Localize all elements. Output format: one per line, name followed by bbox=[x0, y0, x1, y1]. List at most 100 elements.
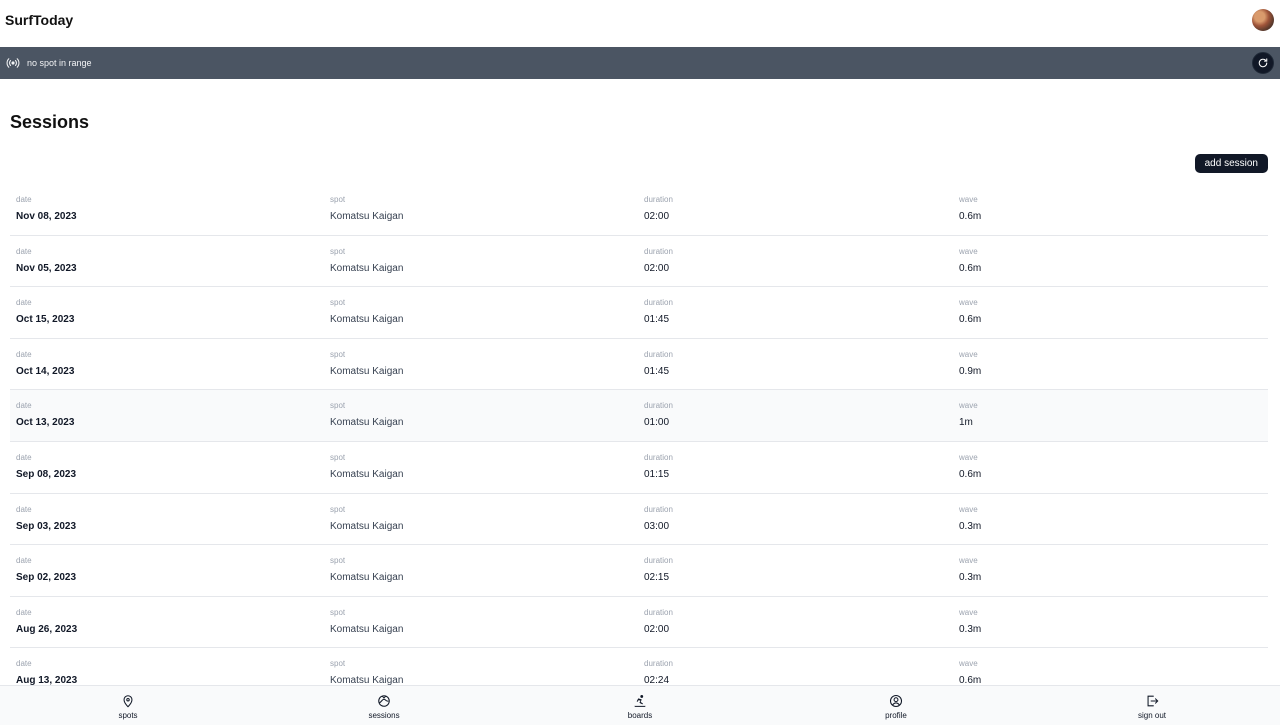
nav-item-sign-out[interactable]: sign out bbox=[1024, 686, 1280, 725]
avatar[interactable] bbox=[1252, 8, 1274, 31]
duration-label: duration bbox=[644, 298, 673, 308]
spot-label: spot bbox=[330, 195, 346, 204]
top-header: SurfToday bbox=[0, 0, 1280, 47]
date-label: date bbox=[16, 246, 32, 256]
spot-value: Komatsu Kaigan bbox=[330, 468, 404, 480]
refresh-button[interactable] bbox=[1252, 52, 1274, 74]
date-cell: date Sep 02, 2023 bbox=[16, 556, 76, 583]
table-row[interactable]: date Sep 03, 2023 spot Komatsu Kaigan durati… bbox=[10, 494, 1268, 546]
date-cell: date Aug 26, 2023 bbox=[16, 608, 77, 635]
spot-value: Komatsu Kaigan bbox=[330, 262, 404, 274]
spot-label: spot bbox=[330, 349, 346, 359]
date-value: Sep 08, 2023 bbox=[16, 468, 77, 480]
duration-cell: duration 02:00 bbox=[644, 195, 673, 222]
spot-cell: spot Komatsu Kaigan bbox=[330, 401, 403, 428]
date-cell: date Sep 08, 2023 bbox=[16, 453, 76, 480]
bottom-nav: spots sessions boards profile sign out bbox=[0, 685, 1280, 725]
date-label: date bbox=[16, 349, 32, 359]
wave-cell: wave 0.6m bbox=[959, 247, 981, 274]
nav-item-spots[interactable]: spots bbox=[0, 686, 256, 725]
table-row[interactable]: date Nov 08, 2023 spot Komatsu Kaigan durati… bbox=[10, 184, 1268, 236]
duration-value: 01:15 bbox=[644, 468, 670, 480]
date-value: Nov 05, 2023 bbox=[16, 262, 77, 274]
duration-cell: duration 02:24 bbox=[644, 659, 673, 686]
table-row[interactable]: date Sep 02, 2023 spot Komatsu Kaigan durati… bbox=[10, 545, 1268, 597]
date-label: date bbox=[16, 504, 32, 514]
map-pin-icon bbox=[121, 694, 135, 708]
wave-value: 0.6m bbox=[959, 262, 982, 274]
wave-value: 0.6m bbox=[959, 468, 982, 480]
nav-item-sessions[interactable]: sessions bbox=[256, 686, 512, 725]
wave-label: wave bbox=[959, 298, 978, 308]
wave-label: wave bbox=[959, 401, 978, 411]
spot-label: spot bbox=[330, 298, 346, 308]
profile-icon bbox=[889, 694, 903, 708]
spot-cell: spot Komatsu Kaigan bbox=[330, 556, 403, 583]
nav-item-boards[interactable]: boards bbox=[512, 686, 768, 725]
spot-cell: spot Komatsu Kaigan bbox=[330, 298, 403, 325]
spot-label: spot bbox=[330, 607, 346, 617]
duration-label: duration bbox=[644, 659, 673, 669]
spot-cell: spot Komatsu Kaigan bbox=[330, 608, 403, 635]
date-cell: date Sep 03, 2023 bbox=[16, 505, 76, 532]
spot-cell: spot Komatsu Kaigan bbox=[330, 505, 403, 532]
table-row[interactable]: date Aug 26, 2023 spot Komatsu Kaigan durati… bbox=[10, 597, 1268, 649]
table-row[interactable]: date Oct 13, 2023 spot Komatsu Kaigan durati… bbox=[10, 390, 1268, 442]
duration-value: 03:00 bbox=[644, 520, 670, 532]
table-row[interactable]: date Nov 05, 2023 spot Komatsu Kaigan durati… bbox=[10, 236, 1268, 288]
duration-cell: duration 02:00 bbox=[644, 247, 673, 274]
table-row[interactable]: date Oct 15, 2023 spot Komatsu Kaigan durati… bbox=[10, 287, 1268, 339]
broadcast-icon bbox=[6, 56, 20, 70]
spot-value: Komatsu Kaigan bbox=[330, 417, 404, 429]
date-label: date bbox=[16, 607, 32, 617]
date-cell: date Nov 05, 2023 bbox=[16, 247, 77, 274]
duration-label: duration bbox=[644, 195, 673, 204]
date-value: Oct 15, 2023 bbox=[16, 314, 75, 326]
spot-label: spot bbox=[330, 452, 346, 462]
table-row[interactable]: date Oct 14, 2023 spot Komatsu Kaigan durati… bbox=[10, 339, 1268, 391]
wave-cell: wave 0.3m bbox=[959, 556, 981, 583]
duration-label: duration bbox=[644, 349, 673, 359]
nav-label: profile bbox=[885, 710, 907, 720]
wave-cell: wave 0.3m bbox=[959, 505, 981, 532]
surfboard-icon bbox=[633, 694, 647, 708]
spot-cell: spot Komatsu Kaigan bbox=[330, 350, 403, 377]
spot-label: spot bbox=[330, 504, 346, 514]
duration-cell: duration 02:00 bbox=[644, 608, 673, 635]
duration-label: duration bbox=[644, 452, 673, 462]
duration-value: 01:45 bbox=[644, 314, 670, 326]
date-label: date bbox=[16, 401, 32, 411]
sign-out-icon bbox=[1145, 694, 1159, 708]
wave-label: wave bbox=[959, 504, 978, 514]
duration-cell: duration 02:15 bbox=[644, 556, 673, 583]
wave-cell: wave 0.6m bbox=[959, 659, 981, 686]
table-row[interactable]: date Sep 08, 2023 spot Komatsu Kaigan durati… bbox=[10, 442, 1268, 494]
duration-cell: duration 01:45 bbox=[644, 350, 673, 377]
add-session-button[interactable]: add session bbox=[1194, 154, 1268, 173]
session-list: date Nov 08, 2023 spot Komatsu Kaigan durati… bbox=[10, 184, 1268, 700]
spot-value: Komatsu Kaigan bbox=[330, 314, 404, 326]
wave-cell: wave 0.9m bbox=[959, 350, 981, 377]
spot-value: Komatsu Kaigan bbox=[330, 520, 404, 532]
wave-value: 0.9m bbox=[959, 365, 982, 377]
nav-item-profile[interactable]: profile bbox=[768, 686, 1024, 725]
wave-label: wave bbox=[959, 659, 978, 669]
brand-title[interactable]: SurfToday bbox=[5, 12, 73, 28]
date-value: Nov 08, 2023 bbox=[16, 211, 77, 222]
wave-value: 0.3m bbox=[959, 520, 982, 532]
wave-label: wave bbox=[959, 452, 978, 462]
duration-value: 02:15 bbox=[644, 572, 670, 584]
duration-cell: duration 01:45 bbox=[644, 298, 673, 325]
duration-value: 02:00 bbox=[644, 623, 670, 635]
wave-cell: wave 0.6m bbox=[959, 453, 981, 480]
spot-label: spot bbox=[330, 401, 346, 411]
wave-value: 0.3m bbox=[959, 623, 982, 635]
date-value: Sep 03, 2023 bbox=[16, 520, 77, 532]
spot-value: Komatsu Kaigan bbox=[330, 211, 404, 222]
duration-label: duration bbox=[644, 607, 673, 617]
date-value: Oct 13, 2023 bbox=[16, 417, 75, 429]
date-label: date bbox=[16, 298, 32, 308]
duration-label: duration bbox=[644, 556, 673, 566]
app-root: SurfToday no spot in range Sessions add … bbox=[0, 0, 1280, 725]
wave-value: 0.6m bbox=[959, 314, 982, 326]
